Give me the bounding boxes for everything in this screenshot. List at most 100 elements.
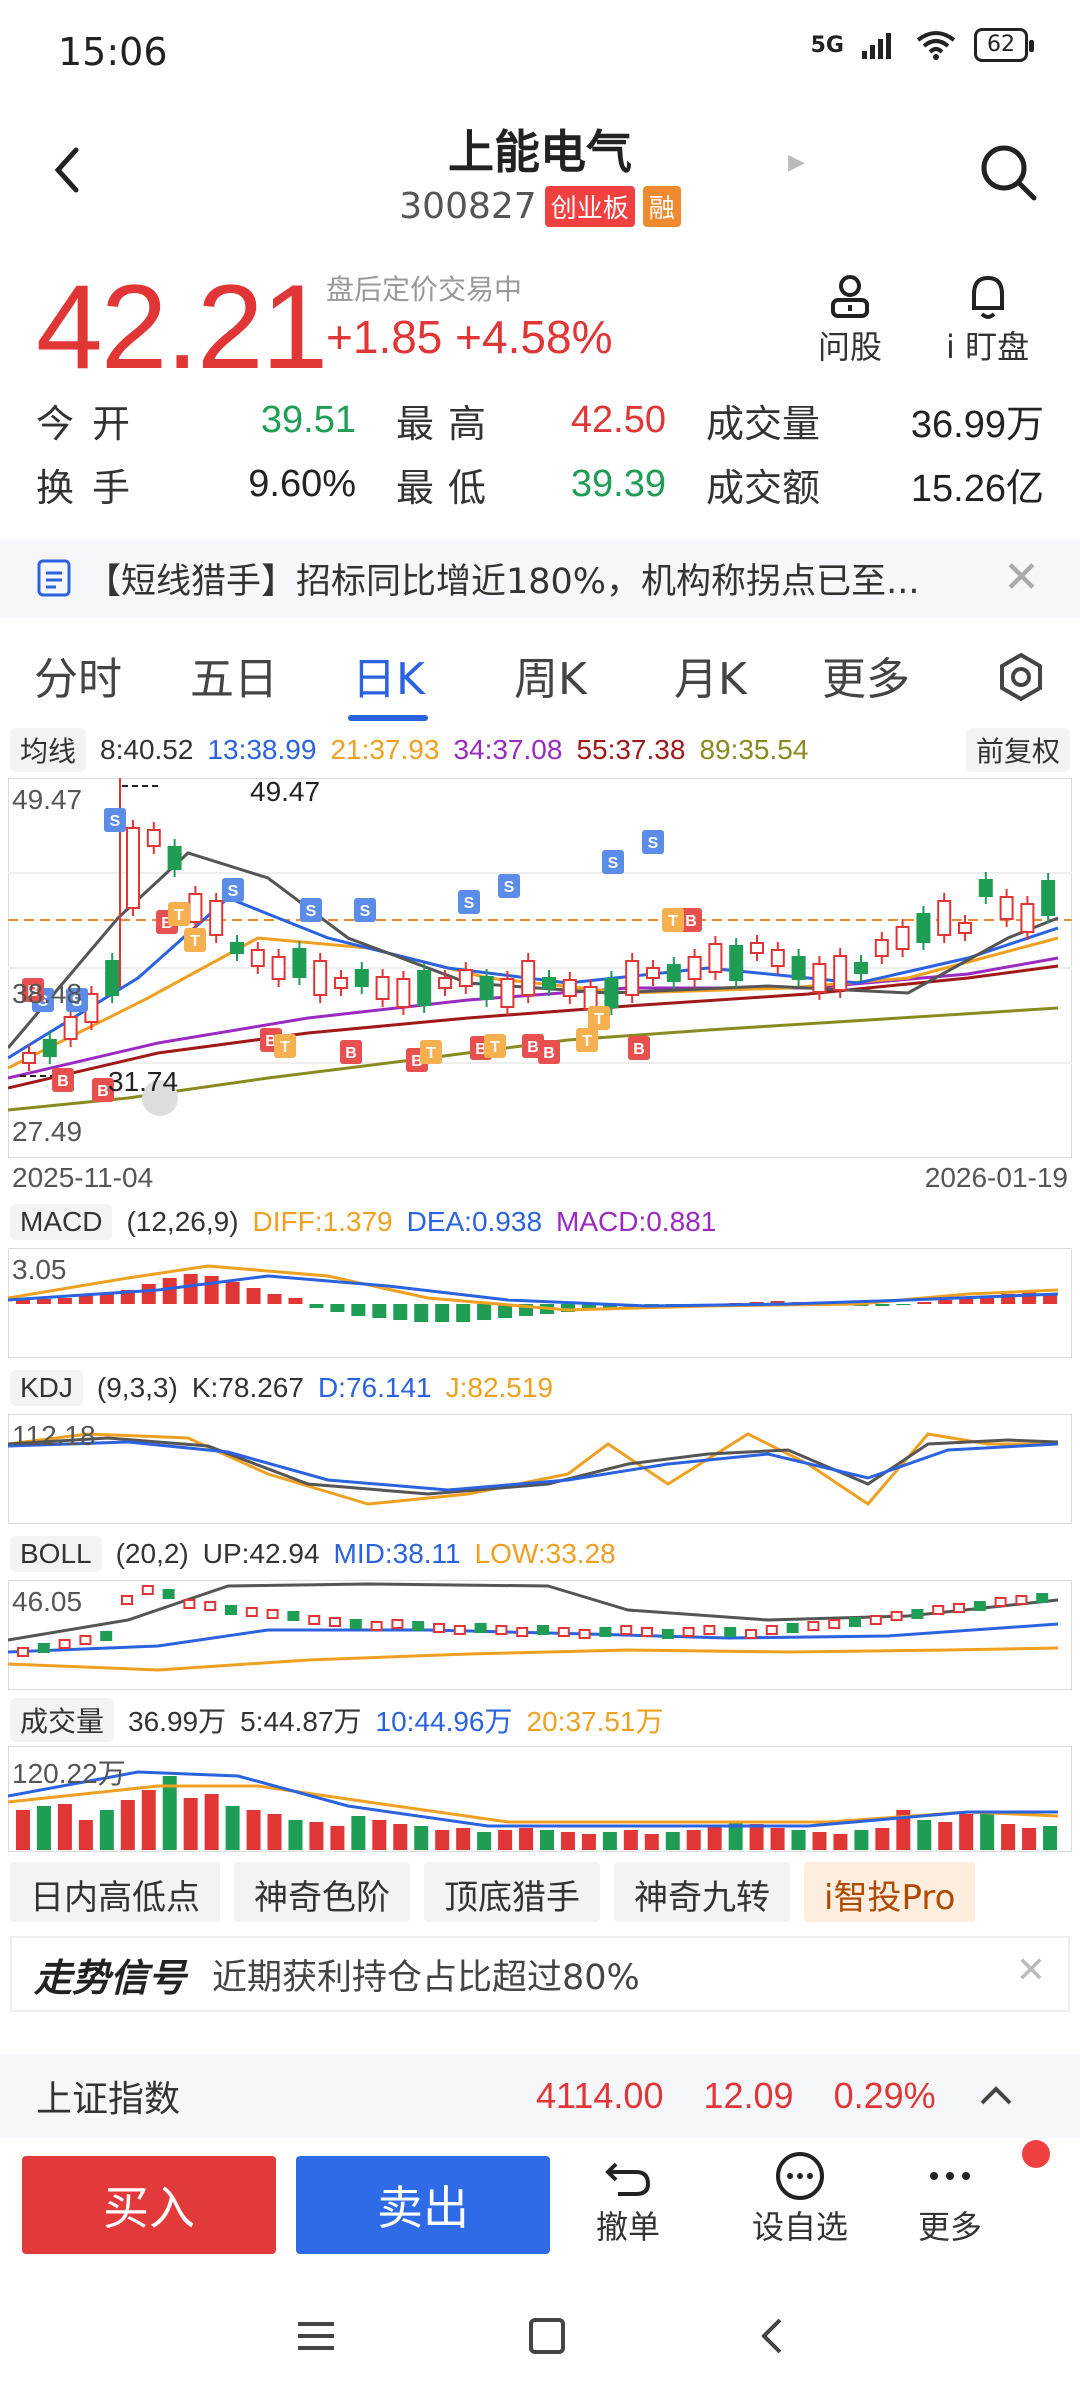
tab-five-day[interactable]: 五日 xyxy=(190,643,278,707)
volume-bar xyxy=(246,1810,261,1850)
boll-selector[interactable]: BOLL xyxy=(10,1536,102,1572)
volume-bar xyxy=(560,1832,575,1850)
macd-chart[interactable] xyxy=(8,1248,1072,1358)
boll-candle xyxy=(245,1607,258,1617)
boll-candle xyxy=(724,1627,737,1637)
boll-candle xyxy=(953,1603,965,1613)
macd-bar xyxy=(267,1294,282,1304)
candle-body xyxy=(874,939,889,957)
boll-candle xyxy=(786,1623,799,1633)
boll-candle xyxy=(453,1625,466,1635)
volume-bar xyxy=(938,1822,953,1850)
macd-bar xyxy=(78,1296,93,1304)
macd-bar xyxy=(393,1304,408,1320)
candle-body xyxy=(479,976,494,1000)
close-icon[interactable]: ✕ xyxy=(1016,1950,1046,1991)
boll-candle xyxy=(495,1625,508,1635)
volume-value: 36.99万 xyxy=(910,403,1044,446)
boll-candle xyxy=(703,1625,716,1635)
tab-weekly-k[interactable]: 周K xyxy=(514,643,587,707)
more-icon xyxy=(930,2172,970,2180)
kline-chart[interactable]: S SSSS S SSSSBBBBBB BB B B BBTTT T T TTT xyxy=(8,778,1072,1158)
system-nav-bar xyxy=(0,2296,1080,2376)
feature-magic-color[interactable]: 神奇色阶 xyxy=(234,1862,410,1922)
boll-candle xyxy=(474,1623,487,1633)
volume-bar xyxy=(644,1834,659,1850)
close-icon[interactable]: ✕ xyxy=(1003,552,1040,603)
volume-bar xyxy=(141,1790,156,1850)
volume-bar xyxy=(833,1834,848,1850)
kdj-chart[interactable] xyxy=(8,1414,1072,1524)
search-icon[interactable] xyxy=(976,140,1040,204)
boll-candle xyxy=(287,1611,300,1621)
macd-bar xyxy=(477,1304,492,1320)
trend-signal-banner[interactable]: 走势信号 近期获利持仓占比超过80% ✕ xyxy=(10,1936,1070,2012)
volume-bar xyxy=(498,1830,513,1850)
macd-selector[interactable]: MACD xyxy=(10,1204,113,1240)
feature-magic-nine[interactable]: 神奇九转 xyxy=(614,1862,790,1922)
boll-low: LOW:33.28 xyxy=(474,1538,616,1569)
cancel-order-button[interactable]: 撤单 xyxy=(596,2150,660,2248)
turnover-label: 换手 xyxy=(36,465,149,510)
feature-intraday-high-low[interactable]: 日内高低点 xyxy=(10,1862,220,1922)
turnover-value: 9.60% xyxy=(248,462,356,505)
volume-bar xyxy=(519,1828,534,1850)
candle-body xyxy=(126,827,140,909)
more-button[interactable]: 更多 xyxy=(918,2150,982,2248)
volume-selector[interactable]: 成交量 xyxy=(10,1698,115,1742)
boll-candle xyxy=(141,1585,154,1595)
ask-stock-button[interactable]: 问股 xyxy=(818,272,882,368)
candle-body xyxy=(42,1039,57,1057)
watch-button[interactable]: i 盯盘 xyxy=(946,272,1029,368)
marker-letter: B xyxy=(345,1045,357,1062)
news-banner[interactable]: 【短线猎手】招标同比增近180%，机构称拐点已至... ✕ xyxy=(0,538,1080,618)
tab-daily-k[interactable]: 日K xyxy=(348,643,429,721)
feature-top-bottom[interactable]: 顶底猎手 xyxy=(424,1862,600,1922)
home-icon[interactable] xyxy=(527,2316,567,2356)
amount-label: 成交额 xyxy=(706,465,821,510)
boll-candle xyxy=(121,1595,133,1605)
volume-bar xyxy=(1001,1824,1016,1850)
ma-selector[interactable]: 均线 xyxy=(10,728,87,772)
boll-candle xyxy=(682,1627,695,1637)
candle-body xyxy=(396,978,411,1008)
candle-body xyxy=(542,977,556,989)
document-icon xyxy=(37,559,71,597)
tab-monthly-k[interactable]: 月K xyxy=(674,643,747,707)
macd-bar xyxy=(309,1304,324,1308)
boll-candle xyxy=(1036,1593,1049,1603)
add-watchlist-button[interactable]: 设自选 xyxy=(752,2150,848,2248)
menu-icon[interactable] xyxy=(294,2316,338,2356)
volume-bar xyxy=(791,1830,806,1850)
volume-chart[interactable] xyxy=(8,1746,1072,1852)
marker-letter: S xyxy=(504,879,515,896)
volume-bar xyxy=(351,1816,366,1850)
ma-13: 13:38.99 xyxy=(207,734,317,765)
feature-ai-pro[interactable]: i智投Pro xyxy=(804,1862,976,1922)
sell-button[interactable]: 卖出 xyxy=(296,2156,550,2254)
price-change: +1.85 +4.58% xyxy=(326,311,613,363)
index-bar[interactable]: 上证指数 4114.00 12.09 0.29% xyxy=(0,2054,1080,2138)
adjust-selector[interactable]: 前复权 xyxy=(965,728,1070,772)
candle-body xyxy=(188,893,203,923)
boll-candle xyxy=(1015,1595,1028,1605)
buy-button[interactable]: 买入 xyxy=(22,2156,276,2254)
marker-letter: B xyxy=(633,1041,645,1058)
tab-intraday[interactable]: 分时 xyxy=(34,643,122,707)
settings-icon[interactable] xyxy=(996,652,1046,702)
open-value: 39.51 xyxy=(260,398,356,441)
next-stock-icon[interactable]: ▶ xyxy=(788,150,805,175)
volume-bar xyxy=(120,1800,135,1850)
kdj-j: J:82.519 xyxy=(445,1372,554,1403)
volume-bar xyxy=(99,1810,114,1850)
tab-more[interactable]: 更多 xyxy=(822,643,910,707)
boll-chart[interactable] xyxy=(8,1580,1072,1690)
candle-body xyxy=(500,978,515,1008)
volume-bar xyxy=(393,1824,408,1850)
volume-bar xyxy=(267,1814,282,1850)
nav-back-icon[interactable] xyxy=(756,2314,786,2358)
chevron-up-icon[interactable] xyxy=(976,2081,1016,2111)
macd-bar xyxy=(57,1298,72,1304)
kdj-selector[interactable]: KDJ xyxy=(10,1370,83,1406)
marker-letter: S xyxy=(110,813,121,830)
